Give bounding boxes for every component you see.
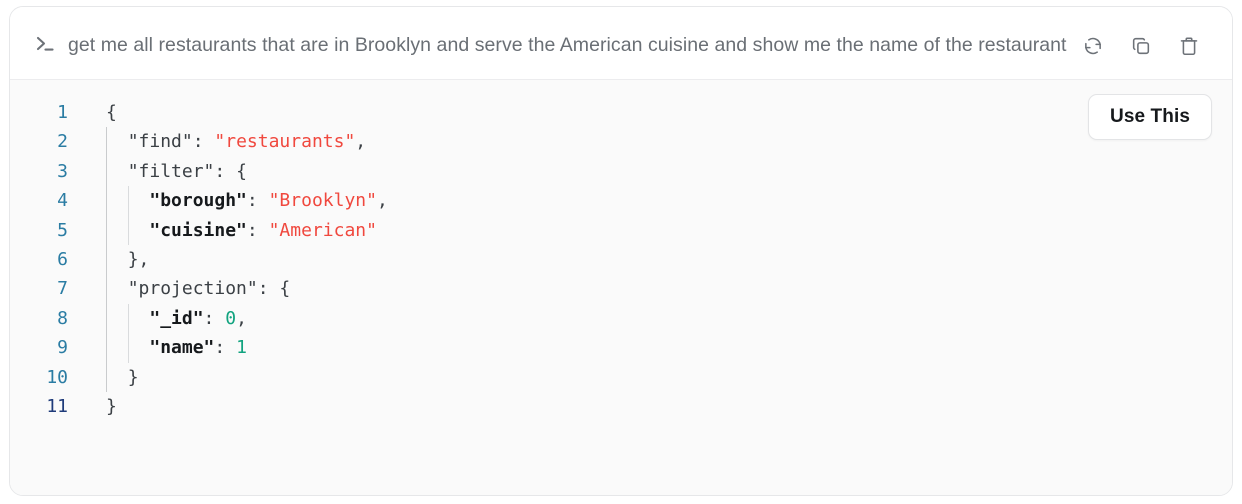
code-text[interactable]: "projection": { [82, 274, 1232, 304]
line-number: 7 [57, 278, 68, 300]
code-text[interactable]: "name": 1 [82, 333, 1232, 363]
terminal-prompt-icon [32, 30, 58, 56]
delete-icon[interactable] [1176, 33, 1202, 59]
code-text[interactable]: "find": "restaurants", [82, 127, 1232, 157]
line-number: 6 [57, 248, 68, 270]
code-line: 1 { [10, 98, 1232, 127]
line-number: 10 [46, 366, 68, 388]
code-line: 4 "borough": "Brooklyn", [10, 186, 1232, 216]
line-number: 5 [57, 219, 68, 241]
code-text[interactable]: "filter": { [82, 156, 1232, 187]
code-text[interactable]: } [82, 362, 1232, 392]
code-line: 7 "projection": { [10, 274, 1232, 304]
line-number: 4 [57, 190, 68, 212]
line-number: 11 [46, 395, 68, 417]
code-line: 5 "cuisine": "American" [10, 215, 1232, 245]
code-line: 3 "filter": { [10, 156, 1232, 187]
prompt-header: get me all restaurants that are in Brook… [10, 7, 1232, 79]
code-line: 9 "name": 1 [10, 333, 1232, 363]
code-text[interactable]: "_id": 0, [82, 303, 1232, 334]
query-suggestion-card: get me all restaurants that are in Brook… [9, 6, 1233, 496]
code-lines: 1 { 2 "find": "restaurants", 3 "filter":… [10, 80, 1232, 437]
code-text[interactable]: } [82, 392, 1232, 421]
code-line: 2 "find": "restaurants", [10, 127, 1232, 157]
code-line: 11 } [10, 392, 1232, 421]
code-text[interactable]: { [82, 98, 1232, 127]
code-line: 10 } [10, 362, 1232, 392]
regenerate-icon[interactable] [1080, 33, 1106, 59]
code-text[interactable]: "borough": "Brooklyn", [82, 186, 1232, 216]
line-number: 2 [57, 131, 68, 153]
prompt-actions [1080, 29, 1202, 59]
copy-icon[interactable] [1128, 33, 1154, 59]
code-line: 8 "_id": 0, [10, 303, 1232, 334]
line-number: 1 [57, 102, 68, 123]
code-text[interactable]: }, [82, 244, 1232, 275]
line-number: 9 [57, 337, 68, 359]
line-number: 8 [57, 307, 68, 329]
prompt-text: get me all restaurants that are in Brook… [68, 34, 1067, 56]
line-number: 3 [57, 160, 68, 182]
code-line: 6 }, [10, 244, 1232, 275]
code-text[interactable]: "cuisine": "American" [82, 215, 1232, 245]
generated-query-code-panel: Use This 1 { 2 "find": "restaurants", 3 … [10, 80, 1232, 495]
